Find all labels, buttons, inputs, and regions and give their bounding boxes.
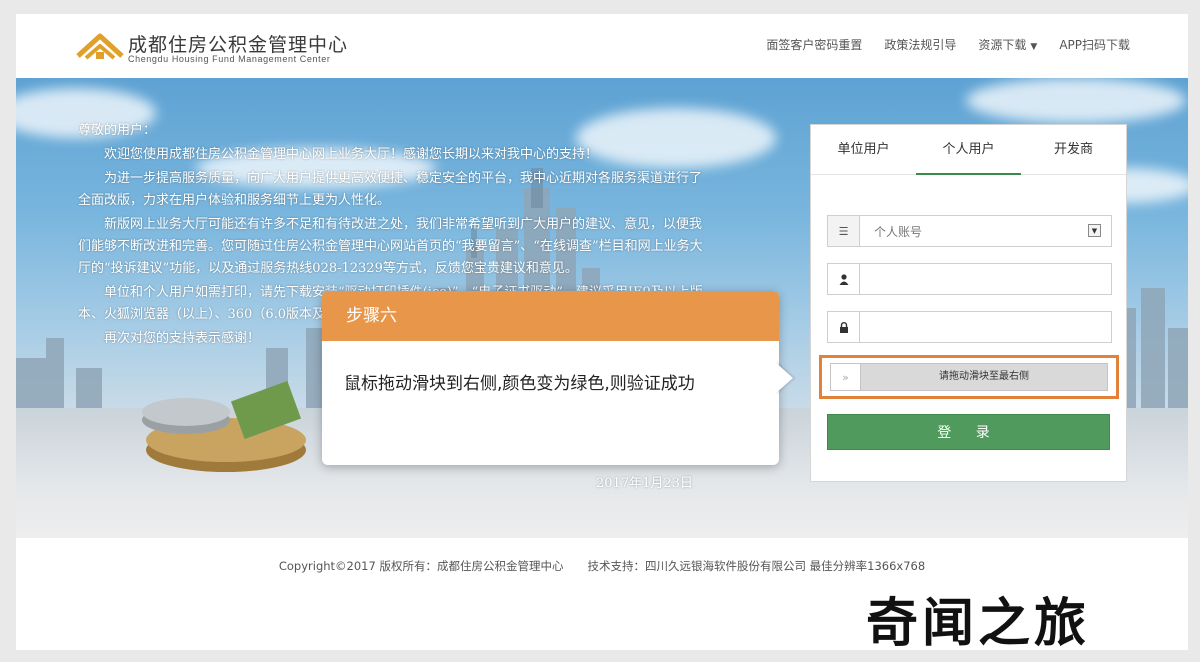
tab-developer[interactable]: 开发商 — [1021, 125, 1126, 174]
nav-app-download[interactable]: APP扫码下载 — [1059, 36, 1130, 53]
login-button[interactable]: 登 录 — [827, 414, 1110, 450]
step-tooltip: 步骤六 鼠标拖动滑块到右侧,颜色变为绿色,则验证成功 — [322, 291, 779, 465]
tab-unit-user[interactable]: 单位用户 — [811, 125, 916, 174]
notice-date: 2017年1月23日 — [596, 476, 693, 491]
username-input[interactable] — [860, 264, 1110, 294]
nav-policy-guide[interactable]: 政策法规引导 — [884, 36, 956, 53]
site-header: 成都住房公积金管理中心 Chengdu Housing Fund Managem… — [16, 14, 1188, 78]
account-type-value[interactable] — [860, 216, 1110, 246]
login-panel: 单位用户 个人用户 开发商 ☰ ▼ » 请拖动滑块至最右侧 登 录 — [810, 124, 1127, 482]
coin-stack-image — [142, 380, 306, 472]
password-field[interactable] — [827, 311, 1112, 343]
slider-highlight-box: » 请拖动滑块至最右侧 — [819, 355, 1119, 399]
logo-title-cn: 成都住房公积金管理中心 — [128, 34, 349, 56]
cloud-decoration — [966, 78, 1186, 123]
username-field[interactable] — [827, 263, 1112, 295]
menu-list-icon: ☰ — [828, 216, 860, 246]
account-type-select[interactable]: ☰ ▼ — [827, 215, 1112, 247]
slide-verify-text: 请拖动滑块至最右侧 — [939, 371, 1029, 382]
notice-greeting: 尊敬的用户： — [78, 123, 157, 138]
nav-password-reset[interactable]: 面签客户密码重置 — [766, 36, 862, 53]
house-logo-icon — [76, 33, 124, 60]
notice-paragraph: 新版网上业务大厅可能还有许多不足和有待改进之处，我们非常希望听到广大用户的建议、… — [78, 217, 703, 276]
step-tooltip-body: 鼠标拖动滑块到右侧,颜色变为绿色,则验证成功 — [344, 374, 695, 394]
watermark-text: 奇闻之旅 — [866, 594, 1091, 654]
password-input[interactable] — [860, 312, 1110, 342]
logo-title-en: Chengdu Housing Fund Management Center — [128, 54, 331, 64]
user-icon — [828, 264, 860, 294]
lock-icon — [828, 312, 860, 342]
chevron-down-icon[interactable]: ▼ — [1088, 224, 1101, 237]
tab-personal-user[interactable]: 个人用户 — [916, 125, 1021, 175]
slide-verify-track[interactable]: » 请拖动滑块至最右侧 — [830, 363, 1108, 391]
footer-copyright: Copyright©2017 版权所有：成都住房公积金管理中心 — [278, 559, 564, 573]
notice-paragraph: 欢迎您使用成都住房公积金管理中心网上业务大厅！感谢您长期以来对我中心的支持！ — [104, 147, 599, 162]
step-tooltip-title: 步骤六 — [322, 291, 779, 341]
footer-info: Copyright©2017 版权所有：成都住房公积金管理中心 技术支持：四川久远… — [16, 558, 1188, 574]
user-type-tabs: 单位用户 个人用户 开发商 — [811, 125, 1126, 175]
nav-resource-download[interactable]: 资源下载 ▼ — [978, 36, 1037, 53]
double-chevron-right-icon[interactable]: » — [831, 364, 861, 390]
top-nav: 面签客户密码重置 政策法规引导 资源下载 ▼ APP扫码下载 — [766, 36, 1130, 53]
nav-resource-download-label: 资源下载 — [978, 38, 1027, 52]
caret-down-icon: ▼ — [1030, 42, 1038, 52]
footer-support: 技术支持：四川久远银海软件股份有限公司 最佳分辨率1366x768 — [587, 559, 926, 573]
tooltip-arrow-pointer — [775, 362, 793, 394]
notice-paragraph: 为进一步提高服务质量，向广大用户提供更高效便捷、稳定安全的平台，我中心近期对各服… — [78, 171, 703, 208]
